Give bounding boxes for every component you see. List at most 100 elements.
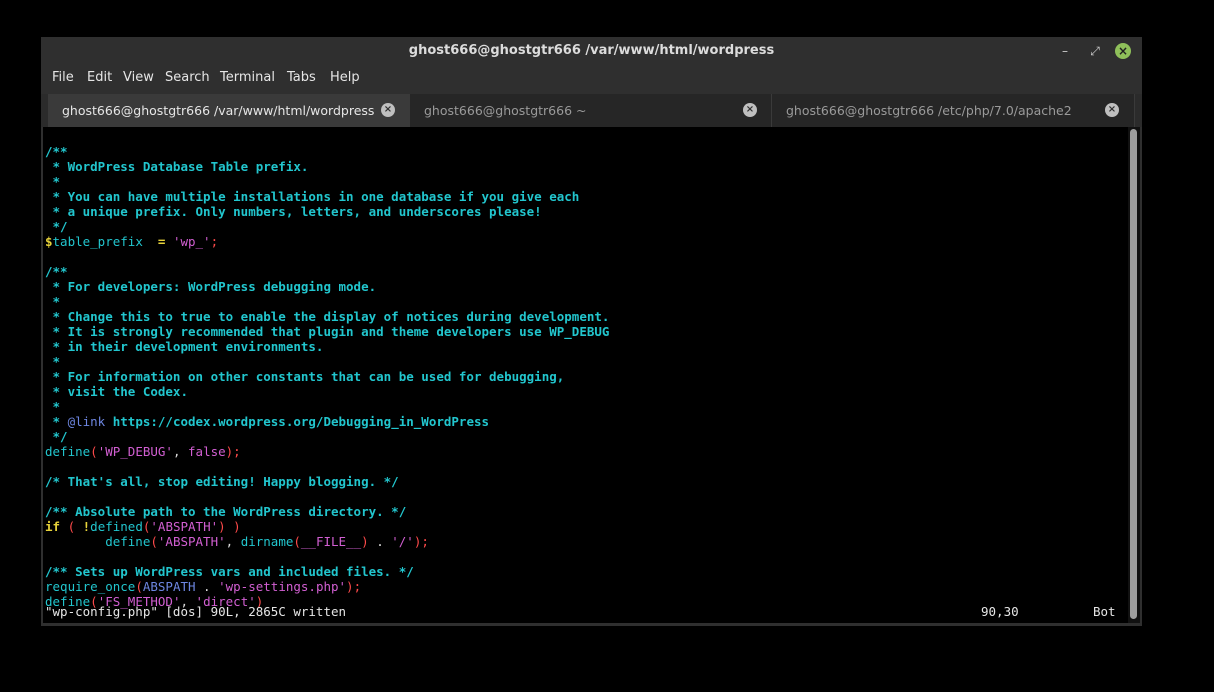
code-token: if: [45, 519, 61, 534]
code-line: * For developers: WordPress debugging mo…: [45, 279, 377, 294]
scrollbar-thumb[interactable]: [1130, 129, 1137, 619]
code-token: 'ABSPATH': [150, 519, 219, 534]
code-line: if ( !defined('ABSPATH') ): [45, 519, 241, 534]
code-token: /**: [45, 264, 68, 279]
code-token: defined: [90, 519, 143, 534]
code-token: );: [225, 444, 241, 459]
code-token: *: [45, 354, 61, 369]
tab-apache2[interactable]: ghost666@ghostgtr666 /etc/php/7.0/apache…: [772, 94, 1135, 127]
code-line: $table_prefix = 'wp_';: [45, 234, 218, 249]
code-token: '/': [391, 534, 414, 549]
window-title: ghost666@ghostgtr666 /var/www/html/wordp…: [408, 43, 775, 58]
code-line: /** Sets up WordPress vars and included …: [45, 564, 414, 579]
terminal-window: ghost666@ghostgtr666 /var/www/html/wordp…: [41, 37, 1142, 626]
code-line: define('ABSPATH', dirname(__FILE__) . '/…: [45, 534, 429, 549]
code-line: * @link https://codex.wordpress.org/Debu…: [45, 414, 490, 429]
tab-label: ghost666@ghostgtr666 /var/www/html/wordp…: [62, 103, 375, 118]
code-token: require_once: [45, 579, 136, 594]
code-line: */: [45, 219, 68, 234]
code-token: * For developers: WordPress debugging mo…: [45, 279, 377, 294]
code-token: ) ): [218, 519, 241, 534]
code-token: * Change this to true to enable the disp…: [45, 309, 610, 324]
code-token: dirname: [240, 534, 294, 549]
maximize-icon[interactable]: ⤢: [1085, 41, 1105, 61]
code-line: /** Absolute path to the WordPress direc…: [45, 504, 406, 519]
code-token: table_prefix: [52, 234, 158, 249]
code-token: @link: [67, 414, 106, 429]
code-token: */: [45, 219, 68, 234]
code-line: * Change this to true to enable the disp…: [45, 309, 610, 324]
code-token: __FILE__: [300, 534, 362, 549]
code-token: ): [361, 534, 377, 549]
scrollbar[interactable]: [1128, 127, 1140, 623]
title-bar[interactable]: ghost666@ghostgtr666 /var/www/html/wordp…: [41, 37, 1142, 65]
status-scroll-position: Bot: [1093, 604, 1116, 619]
code-line: * a unique prefix. Only numbers, letters…: [45, 204, 542, 219]
menu-view[interactable]: View: [123, 70, 154, 85]
code-token: * For information on other constants tha…: [45, 369, 565, 384]
code-token: /* That's all, stop editing! Happy blogg…: [45, 474, 399, 489]
code-token: * It is strongly recommended that plugin…: [45, 324, 610, 339]
code-token: =: [157, 234, 173, 249]
code-token: (: [150, 534, 158, 549]
code-token: (: [60, 519, 83, 534]
code-line: /* That's all, stop editing! Happy blogg…: [45, 474, 399, 489]
code-token: * a unique prefix. Only numbers, letters…: [45, 204, 542, 219]
code-token: * WordPress Database Table prefix.: [45, 159, 309, 174]
code-token: /** Absolute path to the WordPress direc…: [45, 504, 407, 519]
tab-close-icon[interactable]: ×: [381, 103, 395, 117]
status-cursor-position: 90,30: [981, 604, 1019, 619]
code-line: * in their development environments.: [45, 339, 324, 354]
tab-label: ghost666@ghostgtr666 ~: [424, 103, 587, 118]
code-token: /**: [45, 144, 68, 159]
code-token: $: [45, 234, 53, 249]
tab-close-icon[interactable]: ×: [1105, 103, 1119, 117]
menu-help[interactable]: Help: [330, 70, 360, 85]
code-token: * in their development environments.: [45, 339, 324, 354]
code-token: *: [45, 174, 61, 189]
minimize-icon[interactable]: –: [1055, 41, 1075, 61]
code-token: );: [413, 534, 429, 549]
code-token: (: [90, 444, 98, 459]
code-token: (: [135, 579, 143, 594]
code-token: ,: [172, 444, 189, 459]
menu-bar: File Edit View Search Terminal Tabs Help: [41, 66, 1142, 90]
code-token: .: [195, 579, 219, 594]
code-line: /**: [45, 264, 68, 279]
code-token: ;: [210, 234, 219, 249]
tab-close-icon[interactable]: ×: [743, 103, 757, 117]
menu-terminal[interactable]: Terminal: [220, 70, 275, 85]
code-token: * You can have multiple installations in…: [45, 189, 580, 204]
code-line: *: [45, 174, 61, 189]
close-icon[interactable]: ×: [1115, 43, 1131, 59]
code-line: *: [45, 399, 61, 414]
menu-edit[interactable]: Edit: [87, 70, 112, 85]
terminal-output[interactable]: /** * WordPress Database Table prefix. *…: [43, 127, 1128, 623]
code-token: define: [45, 444, 91, 459]
code-token: ,: [225, 534, 241, 549]
code-line: *: [45, 294, 61, 309]
code-line: * visit the Codex.: [45, 384, 188, 399]
code-line: require_once(ABSPATH . 'wp-settings.php'…: [45, 579, 361, 594]
tab-wordpress[interactable]: ghost666@ghostgtr666 /var/www/html/wordp…: [48, 94, 410, 127]
code-token: *: [45, 399, 61, 414]
code-token: /** Sets up WordPress vars and included …: [45, 564, 414, 579]
code-token: * visit the Codex.: [45, 384, 188, 399]
code-token: */: [45, 429, 68, 444]
code-token: (: [293, 534, 301, 549]
code-line: *: [45, 354, 61, 369]
code-token: *: [45, 414, 68, 429]
menu-file[interactable]: File: [52, 70, 74, 85]
tab-home[interactable]: ghost666@ghostgtr666 ~ ×: [410, 94, 772, 127]
code-token: .: [376, 534, 392, 549]
code-token: 'wp-settings.php': [218, 579, 347, 594]
code-line: * WordPress Database Table prefix.: [45, 159, 309, 174]
code-line: * It is strongly recommended that plugin…: [45, 324, 610, 339]
menu-tabs[interactable]: Tabs: [287, 70, 316, 85]
menu-search[interactable]: Search: [165, 70, 210, 85]
code-token: 'WP_DEBUG': [97, 444, 173, 459]
tab-label: ghost666@ghostgtr666 /etc/php/7.0/apache…: [786, 103, 1072, 118]
code-token: https://codex.wordpress.org/Debugging_in…: [105, 414, 490, 429]
code-token: *: [45, 294, 61, 309]
code-token: 'wp_': [172, 234, 211, 249]
